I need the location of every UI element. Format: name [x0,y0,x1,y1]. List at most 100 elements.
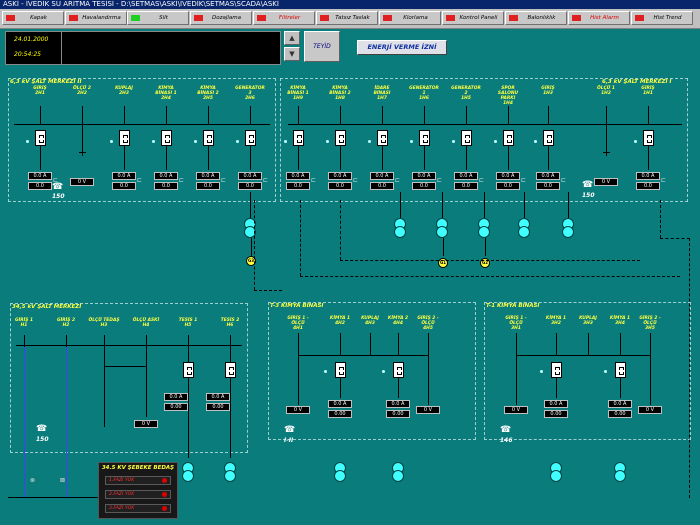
winding-icon [394,226,406,238]
current-meter: 0.0 A [328,172,352,180]
circuit-breaker-sm1-4[interactable] [461,130,472,146]
feeder-label: ÖLÇÜ 1 1H2 [590,86,622,96]
circuit-breaker-t1-1[interactable] [551,362,562,378]
feeder-line [104,347,105,427]
power-meter: 0.0 [496,182,520,190]
circuit-breaker-tesis2[interactable] [225,362,236,378]
feeder-name: GENERATOR 2 [451,86,481,96]
winding-icon [182,470,194,482]
transformer-t3-2[interactable] [392,462,404,482]
bedas-status-panel: 34.5 KV ŞEBEKE BEDAŞ 1.FAZI YOK 2.FAZI Y… [98,462,178,519]
circuit-breaker-sm2-4[interactable] [203,130,214,146]
feeder-line [166,146,167,170]
tab-3[interactable]: Dozajlama [190,11,252,25]
status-dot-icon [110,140,113,143]
feeder-line [548,106,549,124]
transformer-tesis1[interactable] [182,462,194,482]
transformer-t1-2[interactable] [614,462,626,482]
cable [689,238,690,498]
tab-5[interactable]: Tatsız Taslak [316,11,378,25]
circuit-breaker-tesis1[interactable] [183,362,194,378]
phase-1-led-icon [162,478,167,483]
window-title: ASKİ - İVEDİK SU ARITMA TESİSİ - D:\SETM… [3,0,279,8]
power-meter: 0.0 [636,182,660,190]
circuit-breaker-sm1-0[interactable] [293,130,304,146]
tab-9[interactable]: Hist Alarm [568,11,630,25]
feeder-label: ÖLÇÜ 2 2H2 [66,86,98,96]
status-dot-icon [194,140,197,143]
winding-icon [392,470,404,482]
feeder-code: 1H3 [543,91,553,96]
tab-1[interactable]: Havalandırma [65,11,127,25]
feeder-line [443,238,444,256]
circuit-breaker-t3-3[interactable] [393,362,404,378]
feeder-label: GİRİŞ 1H3 [532,86,564,96]
plug-icon: ⊏ [311,177,317,184]
circuit-breaker-sm1-3[interactable] [419,130,430,146]
feeder-label: GENERATOR 2 1H5 [450,86,482,101]
circuit-breaker-sm2-2[interactable] [119,130,130,146]
tab-7[interactable]: Kontrol Paneli [442,11,504,25]
scroll-down-button[interactable]: ▼ [284,47,300,61]
status-dot-icon [540,370,543,373]
circuit-breaker-sm1-8[interactable] [643,130,654,146]
transformer-3[interactable] [478,218,490,238]
tab-0[interactable]: Kapak [2,11,64,25]
transformer-4[interactable] [518,218,530,238]
circuit-breaker-sm1-6[interactable] [543,130,554,146]
transformer-t1-1[interactable] [550,462,562,482]
tab-10[interactable]: Hist Trend [631,11,693,25]
voltage-meter: 0 V [416,406,440,414]
current-meter: 0.0 A [238,172,262,180]
scroll-up-button[interactable]: ▲ [284,31,300,45]
circuit-breaker-sm2-0[interactable] [35,130,46,146]
tab-6[interactable]: Klorlama [379,11,441,25]
transformer-5[interactable] [562,218,574,238]
feeder-label: KİMYA 2 4H4 [382,316,414,326]
feeder-label: GİRİŞ 1 - ÖLÇÜ 4H1 [282,316,314,331]
status-dot-icon [634,140,637,143]
current-meter: 0.0 A [206,393,230,401]
tab-status-led-icon [194,15,203,21]
transformer-2[interactable] [436,218,448,238]
confirm-button[interactable]: TEYİD [304,31,340,62]
tab-2[interactable]: Silt [127,11,189,25]
transformer-tesis2[interactable] [224,462,236,482]
feeder-line [524,192,525,218]
circuit-breaker-t1-3[interactable] [615,362,626,378]
current-meter: 0.0 A [636,172,660,180]
feeder-line [298,146,299,170]
circuit-breaker-sm1-5[interactable] [503,130,514,146]
circuit-breaker-sm1-1[interactable] [335,130,346,146]
feeder-line [82,106,83,124]
cable [254,290,282,291]
status-dot-icon [604,370,607,373]
status-dot-icon [324,370,327,373]
feeder-code: 1H6 [419,96,429,101]
feeder-line [340,146,341,170]
circuit-breaker-sm2-5[interactable] [245,130,256,146]
tab-8[interactable]: Balonlıklık [505,11,567,25]
circuit-breaker-sm1-2[interactable] [377,130,388,146]
circuit-breaker-t3-1[interactable] [335,362,346,378]
tab-4[interactable]: Filtreler [253,11,315,25]
feeder-code: 1H1 [643,91,653,96]
feeder-code: 1H9 [293,96,303,101]
power-meter: 0.0 [196,182,220,190]
feeder-line [370,333,371,355]
date-display: 24.01.2000 [14,36,49,43]
transformer-1[interactable] [394,218,406,238]
tab-label: Kontrol Paneli [459,15,498,21]
feeder-label: SPOR SALONU PARKI 1H4 [492,86,524,106]
feeder-label: TESİS 1 H5 [172,318,204,328]
feeder-label: İDARE BİNASI 1H7 [366,86,398,101]
circuit-breaker-sm2-3[interactable] [161,130,172,146]
feeder-code: 3H2 [551,321,561,326]
status-dot-icon [236,140,239,143]
tab-status-led-icon [320,15,329,21]
transformer-t3-1[interactable] [334,462,346,482]
energize-permit-button[interactable]: ENERJİ VERME İZNİ [357,40,447,55]
feeder-line [424,146,425,170]
feeder-line [104,366,146,367]
feeder-code: 2H5 [203,96,213,101]
